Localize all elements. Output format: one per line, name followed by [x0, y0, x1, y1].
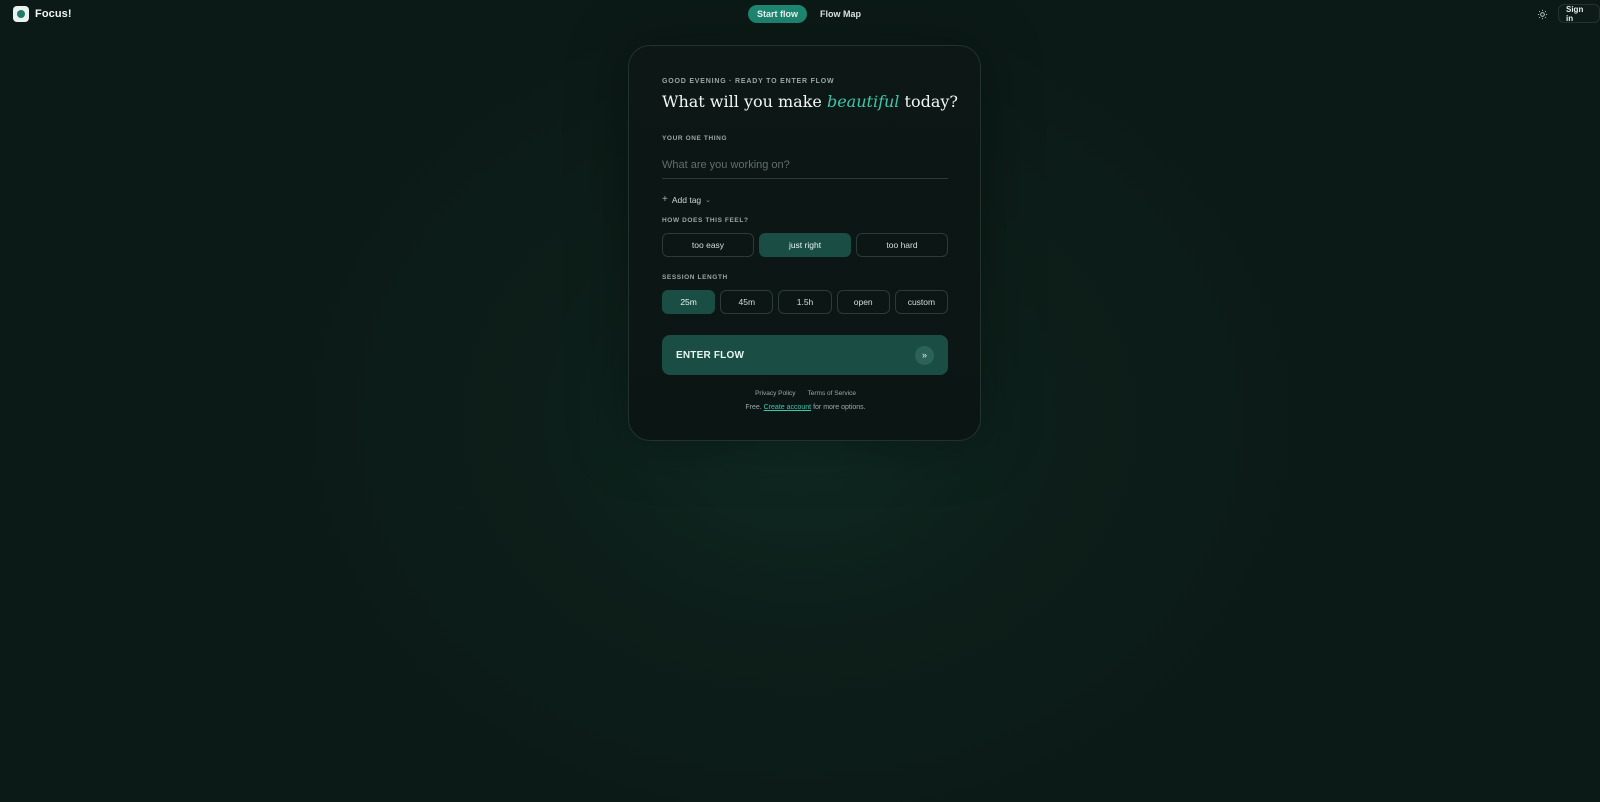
theme-toggle-button[interactable]: [1535, 7, 1549, 21]
length-option-1-5h[interactable]: 1.5h: [778, 290, 832, 314]
session-length-label: SESSION LENGTH: [662, 274, 728, 281]
account-footnote: Free. Create account for more options.: [629, 404, 982, 411]
page-title: What will you make beautiful today?: [662, 92, 958, 111]
headline-end: today?: [904, 92, 958, 111]
add-tag-button[interactable]: + Add tag ⌄: [662, 194, 711, 205]
footnote-start: Free.: [745, 404, 762, 411]
sign-in-button[interactable]: Sign in: [1558, 4, 1600, 23]
create-account-link[interactable]: Create account: [764, 404, 811, 411]
feel-label: HOW DOES THIS FEEL?: [662, 217, 749, 224]
app-name: Focus!: [35, 8, 72, 20]
double-chevron-right-icon: »: [915, 345, 934, 365]
length-option-custom[interactable]: custom: [894, 290, 949, 314]
terms-of-service-link[interactable]: Terms of Service: [808, 390, 856, 397]
legal-links: Privacy Policy Terms of Service: [629, 390, 982, 397]
privacy-policy-link[interactable]: Privacy Policy: [755, 390, 795, 397]
headline-accent: beautiful: [826, 92, 900, 111]
footnote-end: for more options.: [813, 404, 866, 411]
length-option-45m[interactable]: 45m: [720, 290, 774, 314]
top-bar: Focus! Start flow Flow Map Sign in: [0, 0, 1600, 30]
length-option-25m[interactable]: 25m: [662, 290, 716, 314]
sun-icon: [1537, 9, 1547, 19]
greeting-eyebrow: GOOD EVENING · READY TO ENTER FLOW: [662, 78, 835, 85]
logo-icon: [13, 6, 29, 22]
task-input[interactable]: [662, 152, 948, 179]
headline-start: What will you make: [662, 92, 822, 111]
add-tag-label: Add tag: [671, 194, 702, 205]
session-length-options: 25m 45m 1.5h open custom: [662, 290, 949, 314]
brand[interactable]: Focus!: [13, 6, 72, 22]
main-nav: Start flow Flow Map: [748, 5, 868, 23]
feel-option-too-hard[interactable]: too hard: [856, 233, 948, 257]
enter-flow-button[interactable]: ENTER FLOW »: [662, 335, 948, 375]
chevron-down-icon: ⌄: [705, 196, 712, 204]
flow-map-link[interactable]: Flow Map: [813, 5, 868, 23]
length-option-open[interactable]: open: [836, 290, 890, 314]
enter-flow-label: ENTER FLOW: [676, 349, 745, 361]
start-flow-button[interactable]: Start flow: [748, 5, 808, 23]
plus-icon: +: [662, 194, 668, 205]
feel-option-too-easy[interactable]: too easy: [662, 233, 754, 257]
difficulty-options: too easy just right too hard: [662, 233, 948, 257]
one-thing-label: YOUR ONE THING: [662, 135, 728, 142]
feel-option-just-right[interactable]: just right: [759, 233, 851, 257]
focus-card: GOOD EVENING · READY TO ENTER FLOW What …: [628, 45, 981, 441]
